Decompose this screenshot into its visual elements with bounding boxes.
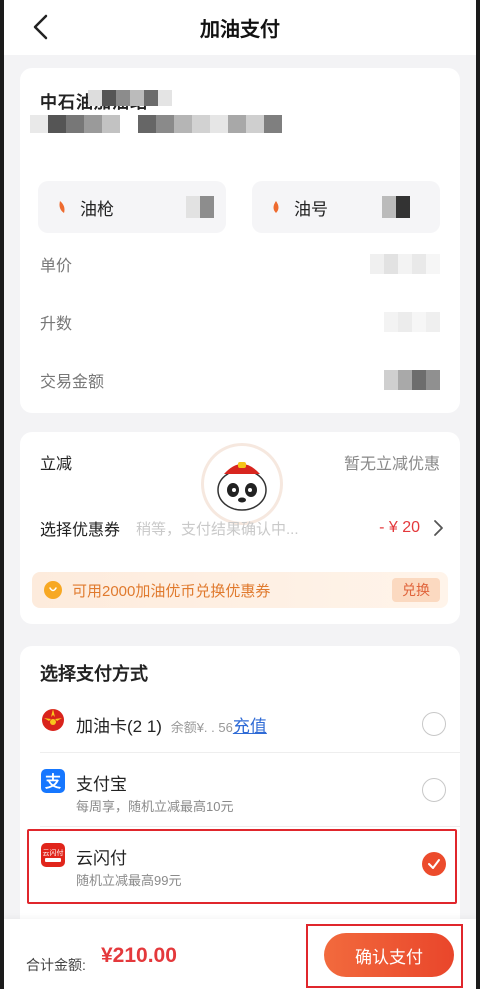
liters-row: 升数	[40, 307, 440, 337]
payment-method-title: 选择支付方式	[40, 664, 148, 684]
fuel-gun-label: 油枪	[80, 199, 114, 219]
screen-frame-right	[476, 0, 480, 989]
petrochina-logo-icon	[40, 706, 66, 737]
payment-option-alipay[interactable]: 支 支付宝 每周享，随机立减最高10元	[20, 758, 460, 820]
back-button[interactable]	[26, 11, 58, 43]
oil-grade-label: 油号	[294, 199, 328, 219]
total-amount-label: 合计金额:	[26, 957, 86, 973]
transaction-amount-label: 交易金额	[40, 374, 105, 391]
radio-alipay[interactable]	[422, 778, 446, 802]
radio-fuel-card[interactable]	[422, 712, 446, 736]
total-amount-value: ¥210.00	[101, 944, 177, 967]
transaction-amount-row: 交易金额	[40, 365, 440, 395]
highlight-box-unionpay	[27, 829, 457, 904]
discount-card: 立减 暂无立减优惠 选择优惠券 稍等，支付结果确认中... - ¥ 20 可用2…	[20, 432, 460, 624]
panda-mascot-icon	[204, 446, 280, 522]
unit-price-label: 单价	[40, 258, 73, 275]
alipay-name: 支付宝	[76, 775, 127, 794]
checkout-bar: 合计金额: ¥210.00 确认支付	[4, 919, 476, 989]
redacted-station-address	[30, 115, 282, 133]
chevron-left-icon	[33, 14, 48, 40]
fuel-card-balance: 余额¥. . 56	[170, 720, 233, 735]
coin-icon	[44, 581, 62, 599]
fuel-card-name: 加油卡(2 1) 余额¥. . 56充值	[76, 712, 267, 737]
instant-discount-value: 暂无立减优惠	[343, 456, 440, 473]
screen-frame-left	[0, 0, 4, 989]
fuel-card-number: 加油卡(2 1)	[76, 717, 162, 736]
station-info-card: 中石油加油站 油枪 油号 单价 升数 交易金额	[20, 68, 460, 413]
redacted-liters	[384, 312, 440, 332]
exchange-button[interactable]: 兑换	[392, 578, 440, 602]
svg-text:支: 支	[44, 772, 62, 791]
redacted-station-name	[88, 90, 172, 106]
payment-option-fuel-card[interactable]: 加油卡(2 1) 余额¥. . 56充值	[20, 692, 460, 754]
alipay-promo: 每周享，随机立减最高10元	[76, 799, 234, 814]
confirm-payment-button[interactable]: 确认支付	[324, 933, 454, 977]
oil-drop-icon	[270, 199, 282, 215]
unit-price-row: 单价	[40, 249, 440, 279]
oil-grade-selector[interactable]: 油号	[252, 181, 440, 233]
redacted-transaction-amount	[384, 370, 440, 390]
coupon-amount: - ¥ 20	[379, 519, 420, 536]
instant-discount-label: 立减	[40, 456, 73, 473]
redacted-oil-grade	[382, 196, 410, 218]
recharge-link[interactable]: 充值	[233, 717, 267, 736]
top-nav-bar: 加油支付	[4, 0, 476, 55]
coin-exchange-text: 可用2000加油优币兑换优惠券	[72, 582, 271, 600]
fuel-gun-selector[interactable]: 油枪	[38, 181, 226, 233]
redacted-gun-number	[186, 196, 214, 218]
alipay-logo-icon: 支	[40, 768, 66, 799]
fuel-nozzle-icon	[56, 199, 68, 215]
payment-confirm-toast: 稍等，支付结果确认中...	[136, 520, 299, 538]
liters-label: 升数	[40, 316, 73, 333]
page-title: 加油支付	[200, 19, 280, 41]
divider	[40, 752, 460, 753]
divider	[40, 826, 460, 827]
coupon-row[interactable]: 选择优惠券 稍等，支付结果确认中... - ¥ 20	[40, 516, 444, 540]
redacted-unit-price	[370, 254, 440, 274]
coupon-label: 选择优惠券	[40, 522, 121, 539]
coin-exchange-banner: 可用2000加油优币兑换优惠券 兑换	[32, 572, 448, 608]
chevron-right-icon	[434, 520, 443, 536]
